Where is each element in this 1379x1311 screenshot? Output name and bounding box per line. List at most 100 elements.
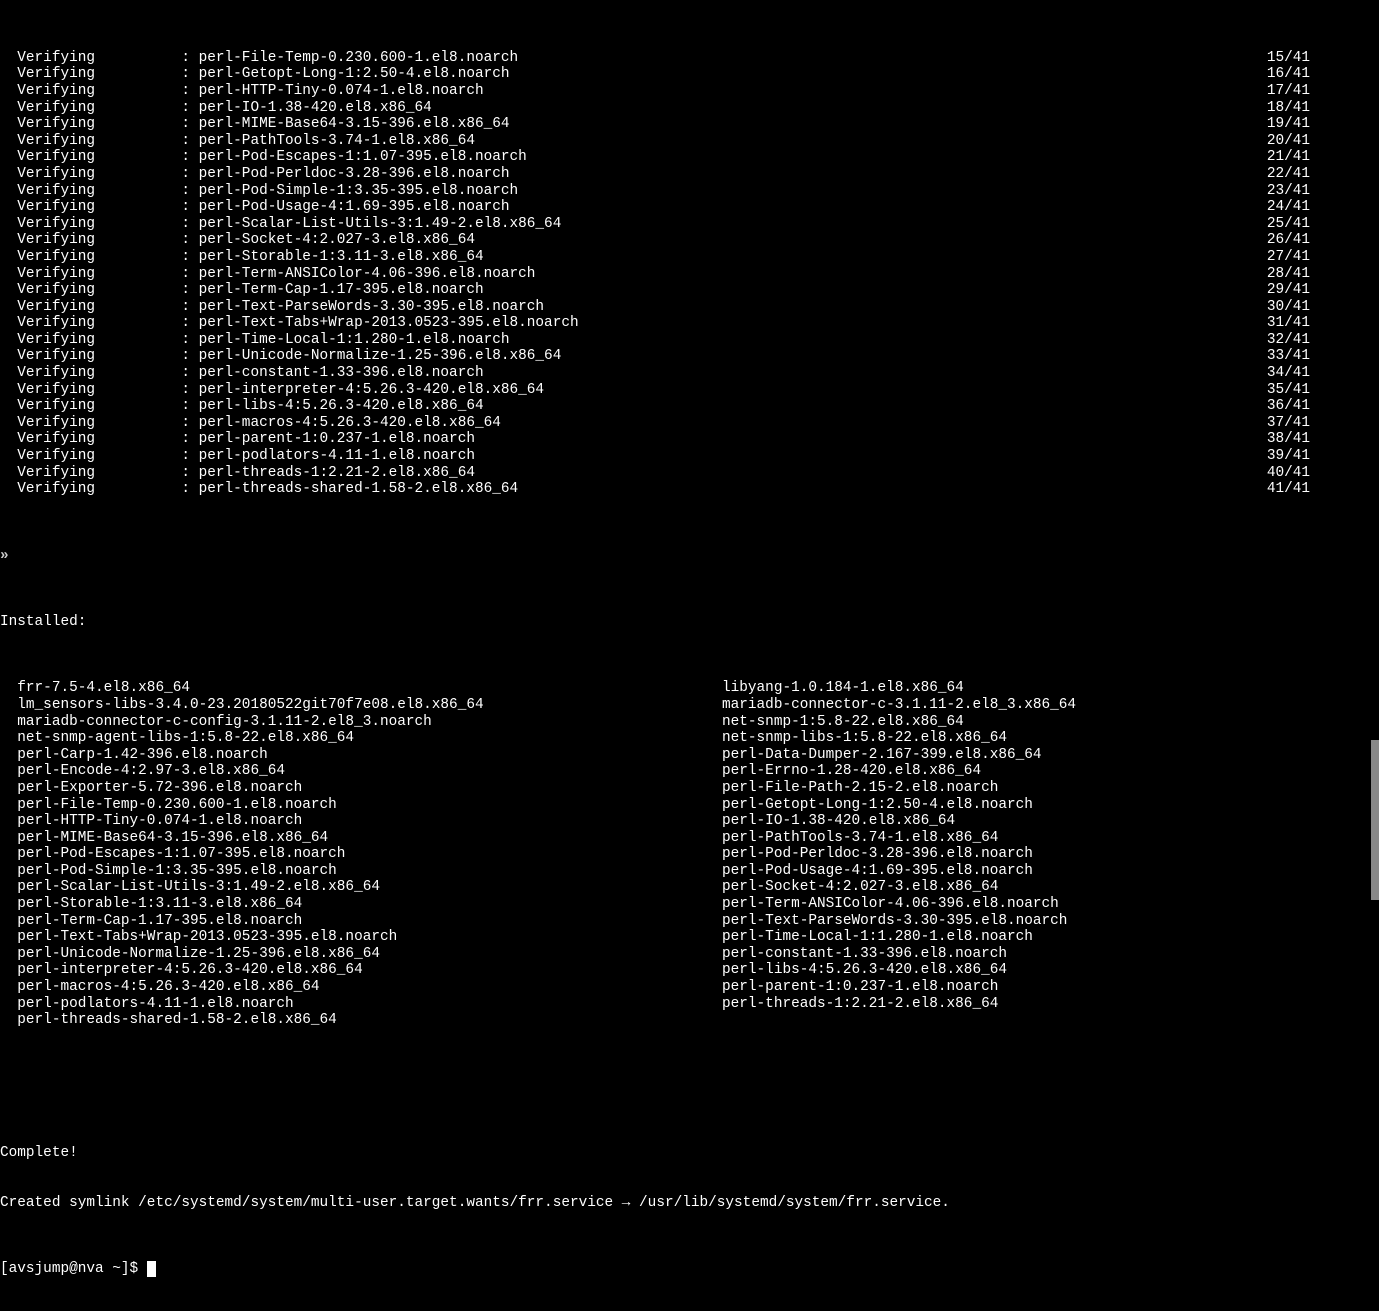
installed-package: frr-7.5-4.el8.x86_64 [0, 680, 722, 697]
verify-progress: 38/41 [1267, 431, 1310, 448]
verify-row: Verifying : perl-Pod-Simple-1:3.35-395.e… [0, 183, 1310, 200]
verify-row: Verifying : perl-IO-1.38-420.el8.x86_64 1… [0, 100, 1310, 117]
verify-package: Verifying : perl-Pod-Usage-4:1.69-395.el… [0, 199, 510, 216]
installed-package: net-snmp-1:5.8-22.el8.x86_64 [722, 714, 1076, 731]
installed-package: perl-Term-Cap-1.17-395.el8.noarch [0, 913, 722, 930]
verify-row: Verifying : perl-Getopt-Long-1:2.50-4.el… [0, 66, 1310, 83]
verify-progress: 22/41 [1267, 166, 1310, 183]
verify-progress: 31/41 [1267, 315, 1310, 332]
installed-package: perl-Socket-4:2.027-3.el8.x86_64 [722, 879, 1076, 896]
verify-row: Verifying : perl-threads-1:2.21-2.el8.x8… [0, 465, 1310, 482]
installed-package: perl-podlators-4.11-1.el8.noarch [0, 996, 722, 1013]
verify-row: Verifying : perl-HTTP-Tiny-0.074-1.el8.n… [0, 83, 1310, 100]
verify-row: Verifying : perl-File-Temp-0.230.600-1.e… [0, 50, 1310, 67]
verify-row: Verifying : perl-Unicode-Normalize-1.25-… [0, 348, 1310, 365]
verify-package: Verifying : perl-Pod-Simple-1:3.35-395.e… [0, 183, 518, 200]
verify-package: Verifying : perl-Text-ParseWords-3.30-39… [0, 299, 544, 316]
installed-package: mariadb-connector-c-config-3.1.11-2.el8_… [0, 714, 722, 731]
verify-package: Verifying : perl-PathTools-3.74-1.el8.x8… [0, 133, 475, 150]
shell-prompt[interactable]: [avsjump@nva ~]$ [0, 1261, 1379, 1278]
verifying-section: Verifying : perl-File-Temp-0.230.600-1.e… [0, 50, 1379, 498]
verify-progress: 27/41 [1267, 249, 1310, 266]
verify-progress: 25/41 [1267, 216, 1310, 233]
verify-row: Verifying : perl-Pod-Escapes-1:1.07-395.… [0, 149, 1310, 166]
verify-row: Verifying : perl-Text-Tabs+Wrap-2013.052… [0, 315, 1310, 332]
verify-progress: 39/41 [1267, 448, 1310, 465]
verify-package: Verifying : perl-podlators-4.11-1.el8.no… [0, 448, 475, 465]
verify-package: Verifying : perl-Socket-4:2.027-3.el8.x8… [0, 232, 475, 249]
installed-package: perl-MIME-Base64-3.15-396.el8.x86_64 [0, 830, 722, 847]
installed-package: perl-Pod-Usage-4:1.69-395.el8.noarch [722, 863, 1076, 880]
scrollbar-thumb[interactable] [1371, 740, 1379, 900]
installed-package: perl-Text-ParseWords-3.30-395.el8.noarch [722, 913, 1076, 930]
verify-row: Verifying : perl-Pod-Usage-4:1.69-395.el… [0, 199, 1310, 216]
complete-message: Complete! [0, 1145, 1379, 1162]
verify-package: Verifying : perl-MIME-Base64-3.15-396.el… [0, 116, 510, 133]
installed-package: perl-threads-1:2.21-2.el8.x86_64 [722, 996, 1076, 1013]
verify-package: Verifying : perl-Term-Cap-1.17-395.el8.n… [0, 282, 484, 299]
installed-package: mariadb-connector-c-3.1.11-2.el8_3.x86_6… [722, 697, 1076, 714]
terminal-output[interactable]: Verifying : perl-File-Temp-0.230.600-1.e… [0, 0, 1379, 1311]
installed-package: perl-libs-4:5.26.3-420.el8.x86_64 [722, 962, 1076, 979]
verify-progress: 24/41 [1267, 199, 1310, 216]
verify-row: Verifying : perl-libs-4:5.26.3-420.el8.x… [0, 398, 1310, 415]
verify-package: Verifying : perl-Time-Local-1:1.280-1.el… [0, 332, 510, 349]
verify-package: Verifying : perl-Getopt-Long-1:2.50-4.el… [0, 66, 510, 83]
installed-package: perl-Time-Local-1:1.280-1.el8.noarch [722, 929, 1076, 946]
installed-package: perl-Errno-1.28-420.el8.x86_64 [722, 763, 1076, 780]
verify-package: Verifying : perl-IO-1.38-420.el8.x86_64 [0, 100, 432, 117]
verify-row: Verifying : perl-Scalar-List-Utils-3:1.4… [0, 216, 1310, 233]
verify-row: Verifying : perl-threads-shared-1.58-2.e… [0, 481, 1310, 498]
installed-package: perl-File-Temp-0.230.600-1.el8.noarch [0, 797, 722, 814]
verify-package: Verifying : perl-HTTP-Tiny-0.074-1.el8.n… [0, 83, 484, 100]
installed-package: perl-Scalar-List-Utils-3:1.49-2.el8.x86_… [0, 879, 722, 896]
installed-package: perl-Pod-Simple-1:3.35-395.el8.noarch [0, 863, 722, 880]
verify-progress: 33/41 [1267, 348, 1310, 365]
verify-progress: 23/41 [1267, 183, 1310, 200]
installed-package: perl-Storable-1:3.11-3.el8.x86_64 [0, 896, 722, 913]
installed-package: net-snmp-agent-libs-1:5.8-22.el8.x86_64 [0, 730, 722, 747]
verify-package: Verifying : perl-Unicode-Normalize-1.25-… [0, 348, 561, 365]
installed-packages: frr-7.5-4.el8.x86_64 lm_sensors-libs-3.4… [0, 680, 1379, 1028]
verify-package: Verifying : perl-Term-ANSIColor-4.06-396… [0, 266, 535, 283]
verify-progress: 41/41 [1267, 481, 1310, 498]
verify-package: Verifying : perl-interpreter-4:5.26.3-42… [0, 382, 544, 399]
verify-progress: 16/41 [1267, 66, 1310, 83]
verify-progress: 17/41 [1267, 83, 1310, 100]
progress-chevrons: » [0, 548, 1379, 565]
installed-package: perl-Pod-Perldoc-3.28-396.el8.noarch [722, 846, 1076, 863]
installed-package: perl-parent-1:0.237-1.el8.noarch [722, 979, 1076, 996]
verify-package: Verifying : perl-macros-4:5.26.3-420.el8… [0, 415, 501, 432]
verify-row: Verifying : perl-MIME-Base64-3.15-396.el… [0, 116, 1310, 133]
verify-row: Verifying : perl-parent-1:0.237-1.el8.no… [0, 431, 1310, 448]
installed-package: net-snmp-libs-1:5.8-22.el8.x86_64 [722, 730, 1076, 747]
installed-package: perl-Getopt-Long-1:2.50-4.el8.noarch [722, 797, 1076, 814]
installed-package: perl-interpreter-4:5.26.3-420.el8.x86_64 [0, 962, 722, 979]
installed-package: perl-PathTools-3.74-1.el8.x86_64 [722, 830, 1076, 847]
verify-progress: 18/41 [1267, 100, 1310, 117]
verify-progress: 40/41 [1267, 465, 1310, 482]
installed-column-right: libyang-1.0.184-1.el8.x86_64mariadb-conn… [722, 680, 1076, 1028]
verify-package: Verifying : perl-libs-4:5.26.3-420.el8.x… [0, 398, 484, 415]
verify-progress: 30/41 [1267, 299, 1310, 316]
verify-package: Verifying : perl-Pod-Perldoc-3.28-396.el… [0, 166, 510, 183]
installed-package: lm_sensors-libs-3.4.0-23.20180522git70f7… [0, 697, 722, 714]
verify-progress: 15/41 [1267, 50, 1310, 67]
verify-row: Verifying : perl-PathTools-3.74-1.el8.x8… [0, 133, 1310, 150]
verify-row: Verifying : perl-macros-4:5.26.3-420.el8… [0, 415, 1310, 432]
installed-package: perl-HTTP-Tiny-0.074-1.el8.noarch [0, 813, 722, 830]
verify-progress: 37/41 [1267, 415, 1310, 432]
symlink-message: Created symlink /etc/systemd/system/mult… [0, 1195, 1379, 1212]
verify-row: Verifying : perl-Socket-4:2.027-3.el8.x8… [0, 232, 1310, 249]
verify-row: Verifying : perl-Time-Local-1:1.280-1.el… [0, 332, 1310, 349]
verify-row: Verifying : perl-constant-1.33-396.el8.n… [0, 365, 1310, 382]
verify-package: Verifying : perl-Storable-1:3.11-3.el8.x… [0, 249, 484, 266]
verify-package: Verifying : perl-Text-Tabs+Wrap-2013.052… [0, 315, 579, 332]
installed-package: perl-macros-4:5.26.3-420.el8.x86_64 [0, 979, 722, 996]
verify-progress: 32/41 [1267, 332, 1310, 349]
installed-package: perl-Exporter-5.72-396.el8.noarch [0, 780, 722, 797]
installed-package: perl-Term-ANSIColor-4.06-396.el8.noarch [722, 896, 1076, 913]
verify-row: Verifying : perl-Term-Cap-1.17-395.el8.n… [0, 282, 1310, 299]
verify-progress: 34/41 [1267, 365, 1310, 382]
installed-package: perl-Pod-Escapes-1:1.07-395.el8.noarch [0, 846, 722, 863]
